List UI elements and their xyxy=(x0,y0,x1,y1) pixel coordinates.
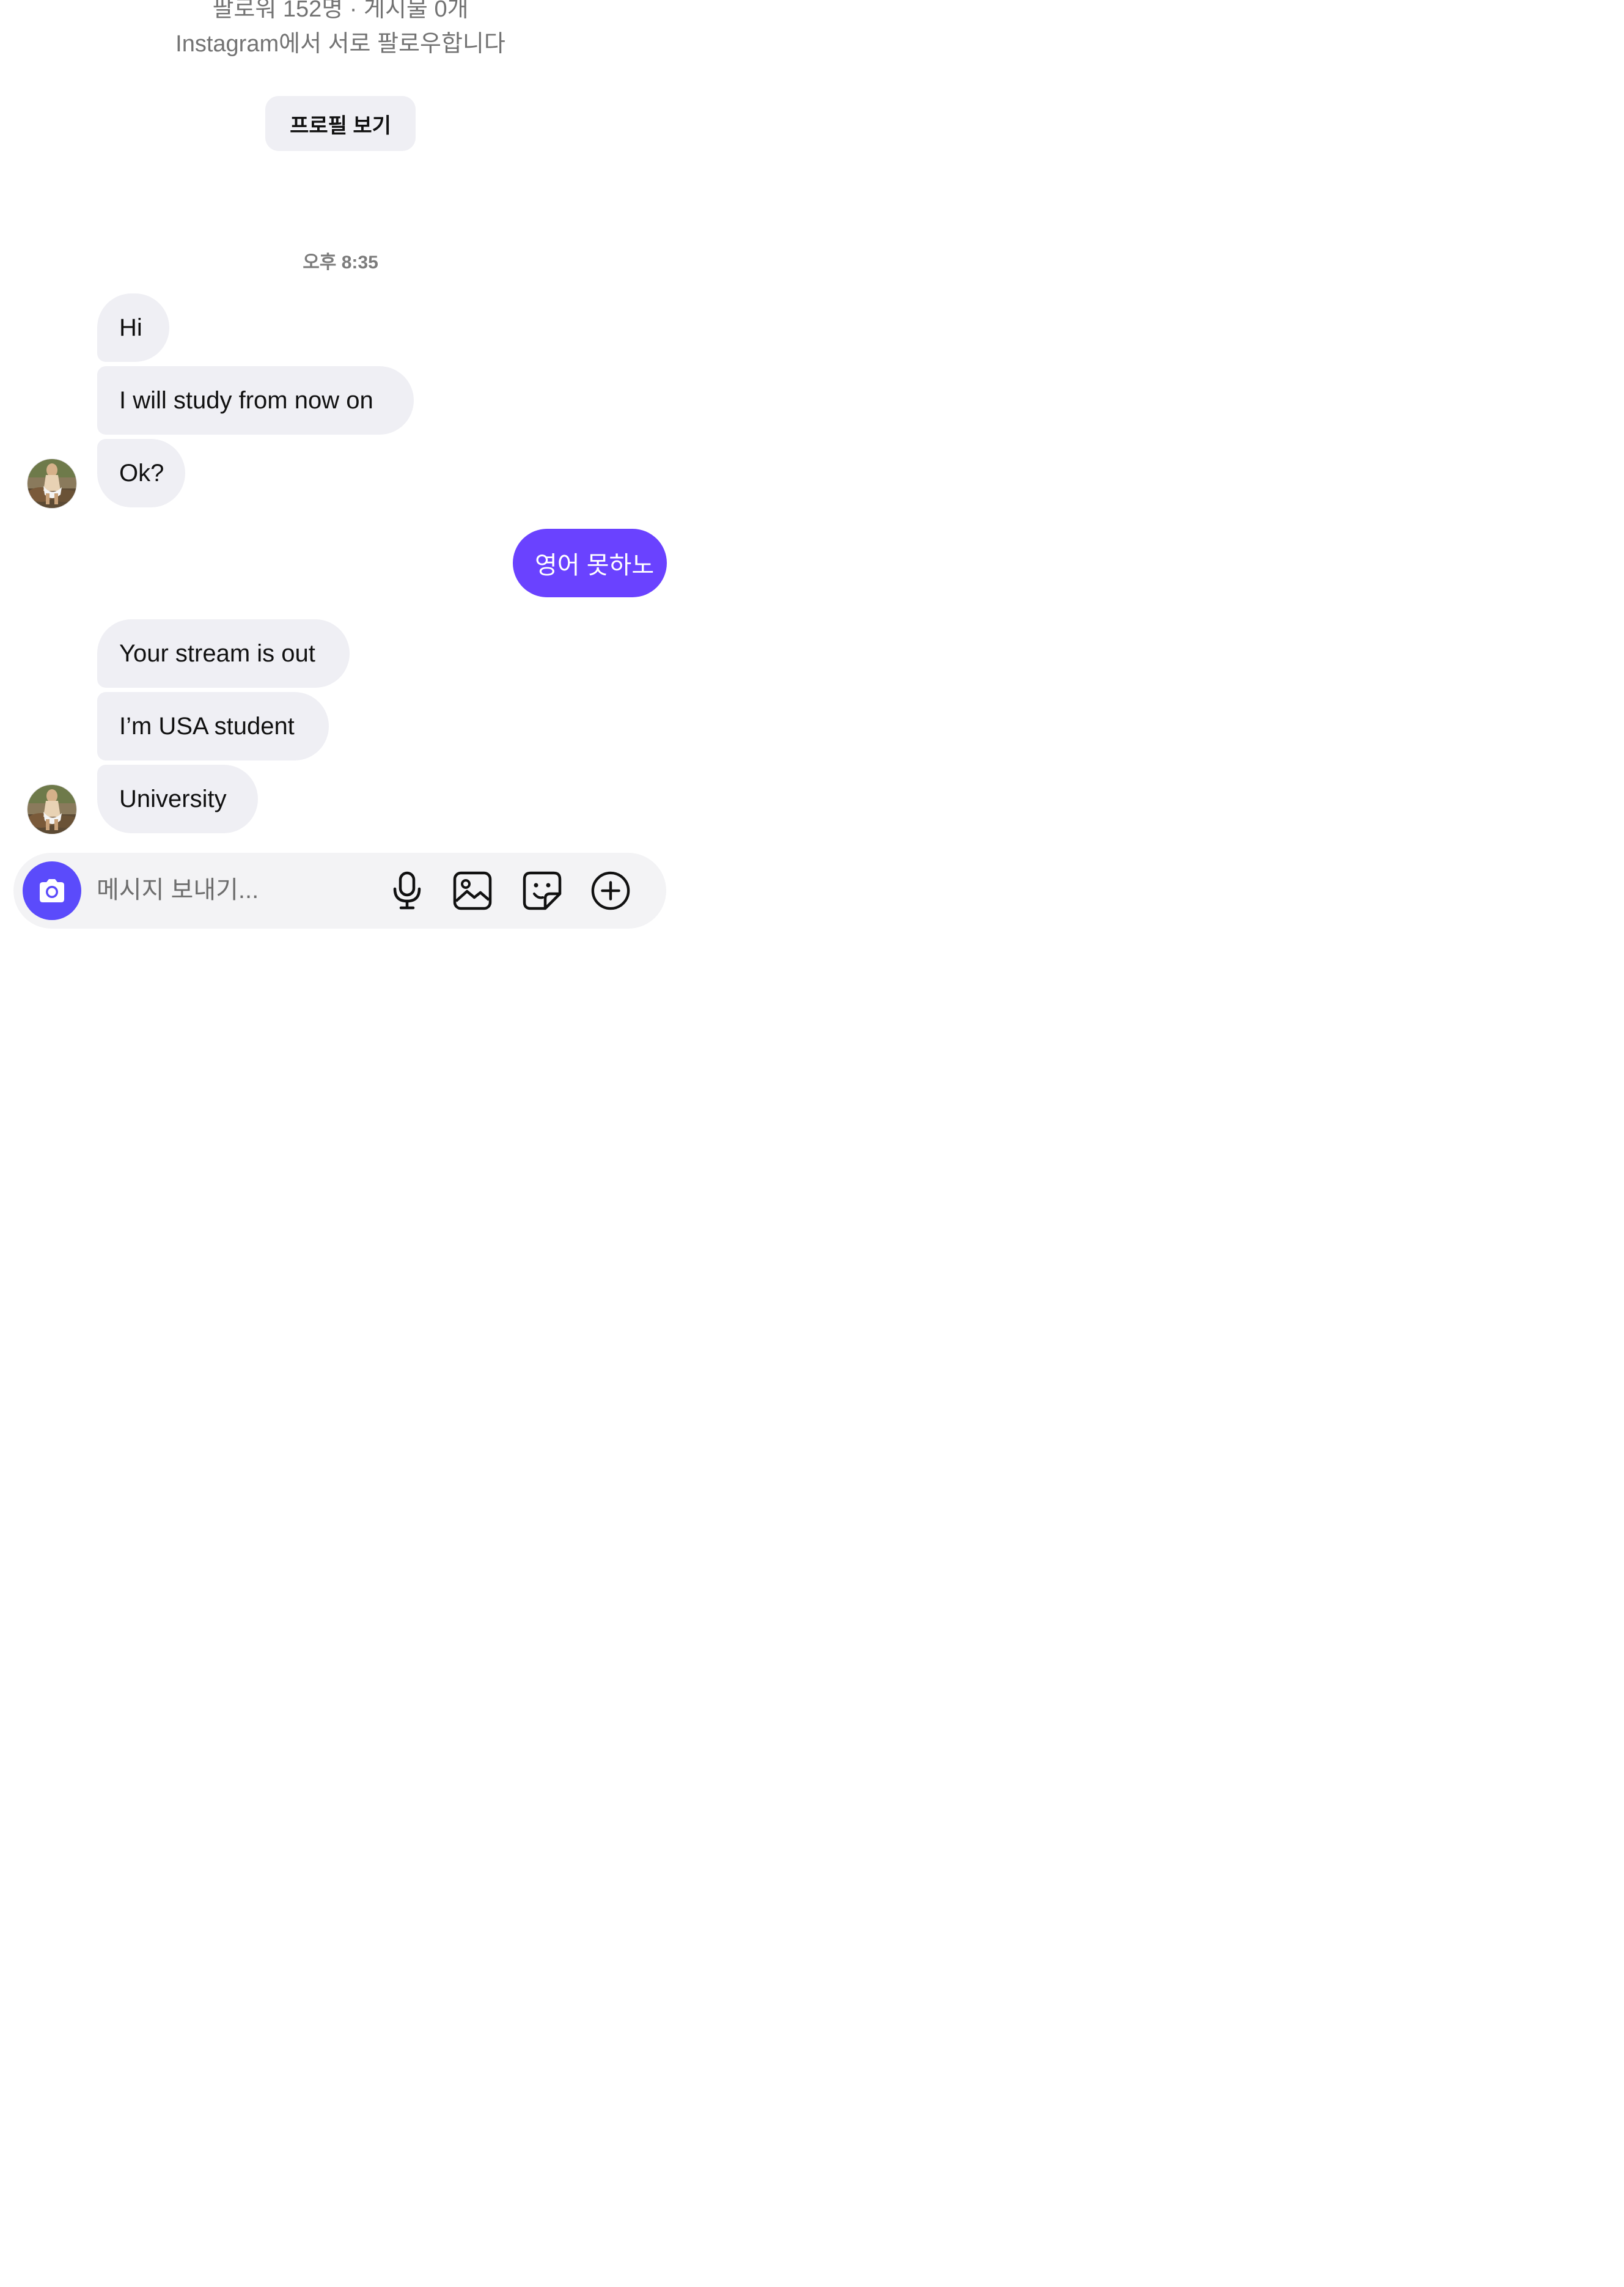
camera-button[interactable] xyxy=(23,861,81,920)
incoming-message[interactable]: I will study from now on xyxy=(97,366,414,435)
sticker-button[interactable] xyxy=(522,871,562,911)
voice-message-button[interactable] xyxy=(387,871,427,911)
avatar-photo xyxy=(28,785,76,834)
avatar-photo xyxy=(28,459,76,508)
message-input[interactable] xyxy=(97,871,366,909)
microphone-icon xyxy=(393,871,421,910)
message-timestamp: 오후 8:35 xyxy=(303,252,378,273)
camera-icon xyxy=(40,879,64,902)
gallery-icon xyxy=(453,871,492,910)
incoming-message[interactable]: Your stream is out xyxy=(97,619,350,688)
sender-avatar[interactable] xyxy=(28,785,76,834)
incoming-message[interactable]: I’m USA student xyxy=(97,692,329,760)
add-button[interactable] xyxy=(590,871,631,911)
mutual-follow-note: Instagram에서 서로 팔로우합니다 xyxy=(175,31,505,57)
incoming-message[interactable]: Hi xyxy=(97,293,169,362)
incoming-message[interactable]: Ok? xyxy=(97,439,185,507)
incoming-message[interactable]: University xyxy=(97,765,258,833)
plus-circle-icon xyxy=(591,871,630,910)
view-profile-button[interactable]: 프로필 보기 xyxy=(265,96,416,151)
profile-stats: 팔로워 152명 · 게시물 0개 xyxy=(212,0,469,22)
gallery-button[interactable] xyxy=(452,871,493,911)
sender-avatar[interactable] xyxy=(28,459,76,508)
direct-message-thread: 팔로워 152명 · 게시물 0개 Instagram에서 서로 팔로우합니다 … xyxy=(0,0,681,956)
outgoing-message[interactable]: 영어 못하노 xyxy=(513,529,667,597)
sticker-icon xyxy=(523,871,562,910)
